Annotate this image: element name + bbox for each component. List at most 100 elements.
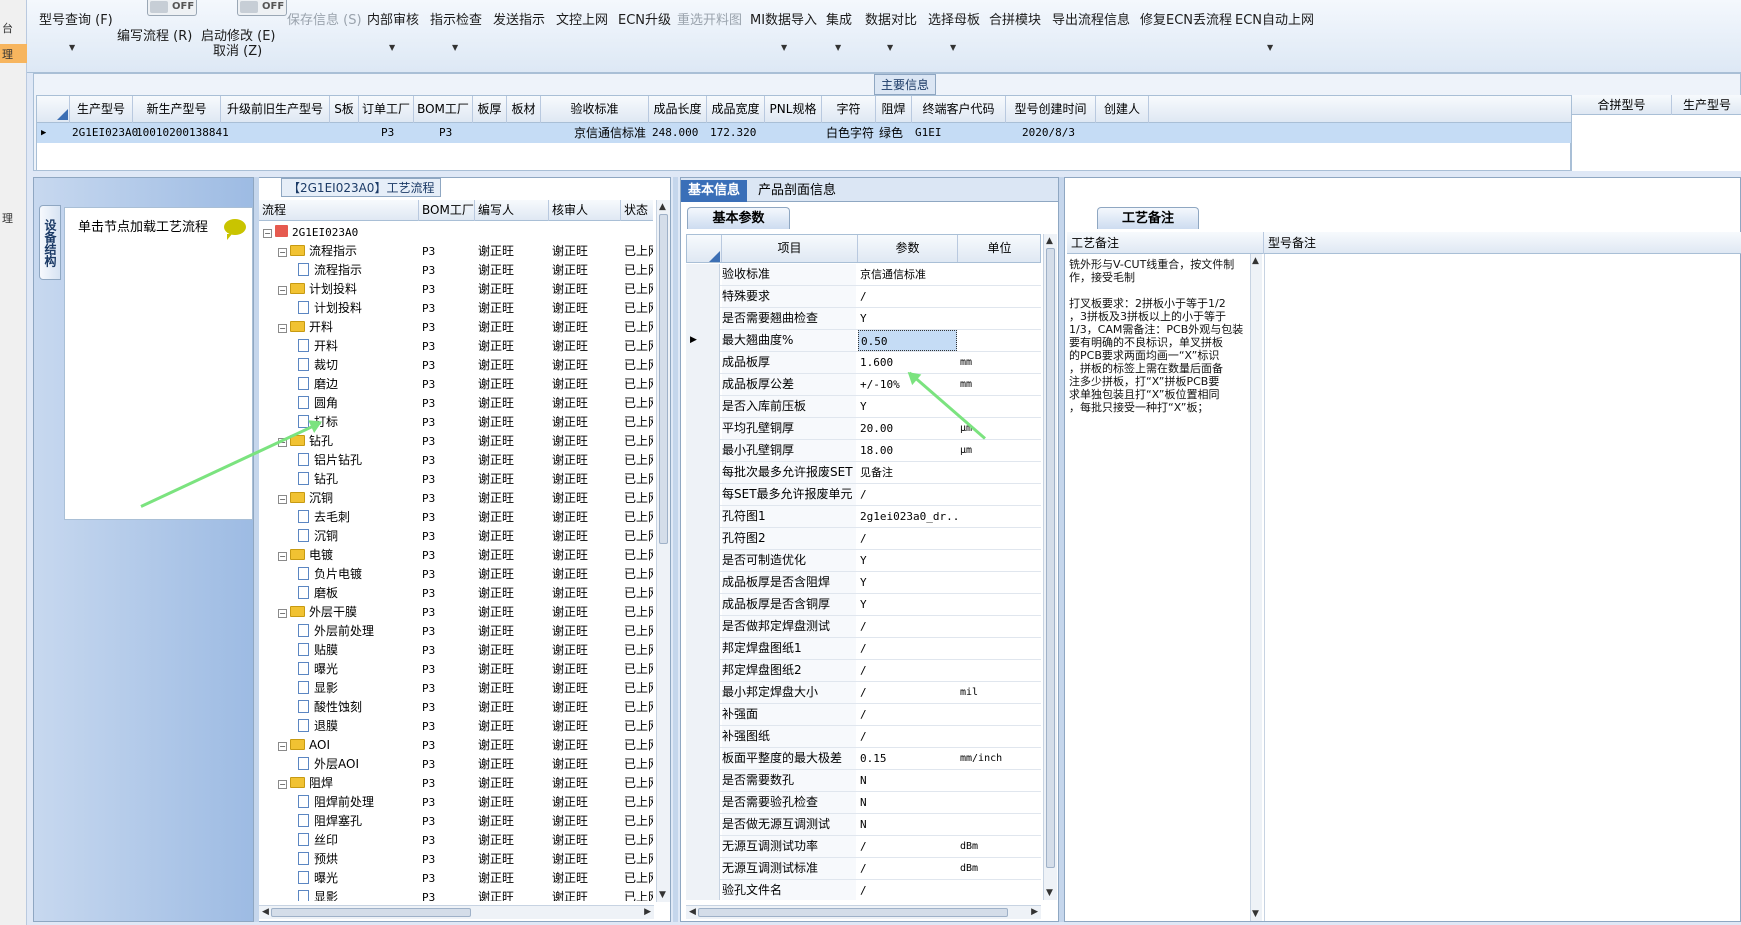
param-row[interactable]: 孔符图1 2g1ei023a0_dr... [686,506,1041,528]
scroll-left-icon[interactable]: ◀ [689,907,696,917]
column-header[interactable]: 状态 [621,200,653,221]
param-value-cell[interactable]: 京信通信标准 [858,264,957,285]
left-strip-item[interactable]: 理 [2,46,13,62]
row-selector[interactable] [686,792,720,814]
row-selector[interactable] [686,770,720,792]
param-value-cell[interactable]: 0.15 [858,748,957,769]
row-selector[interactable] [686,440,720,462]
tree-row[interactable]: 钻孔 P3 谢正旺 谢正旺 已上网 [259,470,653,489]
column-header[interactable]: 核审人 [549,200,621,221]
dropdown-arrow-icon[interactable]: ▼ [1267,43,1273,52]
tree-row[interactable]: 裁切 P3 谢正旺 谢正旺 已上网 [259,356,653,375]
column-header[interactable]: 成品宽度 [707,96,765,123]
scroll-thumb[interactable] [698,908,1008,917]
column-header[interactable]: 字符 [822,96,876,123]
column-header[interactable]: S板 [330,96,359,123]
left-strip-item[interactable]: 理 [2,210,13,226]
column-header[interactable]: BOM工厂 [414,96,473,123]
collapse-icon[interactable]: − [263,229,272,238]
equipment-structure-tab[interactable]: 设备结构 [39,205,61,280]
row-selector[interactable] [686,550,720,572]
dropdown-arrow-icon[interactable]: ▼ [452,43,458,52]
param-value-cell[interactable]: N [858,770,957,791]
param-row[interactable]: 是否做邦定焊盘测试 / [686,616,1041,638]
tree-row[interactable]: 铝片钻孔 P3 谢正旺 谢正旺 已上网 [259,451,653,470]
column-header[interactable]: 新生产型号 [133,96,221,123]
column-header[interactable]: 编写人 [475,200,549,221]
table-cell[interactable]: 2020/8/3 [1022,123,1075,143]
tree-row[interactable]: 阻焊前处理 P3 谢正旺 谢正旺 已上网 [259,793,653,812]
collapse-icon[interactable]: − [278,742,287,751]
table-cell[interactable]: 白色字符 [826,123,874,143]
row-selector[interactable]: ▶ [686,330,720,352]
param-row[interactable]: 孔符图2/ [686,528,1041,550]
param-value-cell[interactable]: 1.600 [858,352,957,373]
column-header[interactable]: 型号备注 [1264,232,1741,254]
tree-row[interactable]: 磨板 P3 谢正旺 谢正旺 已上网 [259,584,653,603]
param-value-cell[interactable]: Y [858,308,957,329]
param-value-cell[interactable]: / [858,880,957,900]
column-header[interactable]: PNL规格 [765,96,822,123]
column-header[interactable]: 型号创建时间 [1006,96,1096,123]
tree-row[interactable]: − 开料 P3 谢正旺 谢正旺 已上网 [259,318,653,337]
tree-row[interactable]: − 计划投料 P3 谢正旺 谢正旺 已上网 [259,280,653,299]
tree-row[interactable]: 显影 P3 谢正旺 谢正旺 已上网 [259,888,653,901]
row-selector[interactable] [686,352,720,374]
toggle-switch-icon[interactable]: OFF [237,0,287,16]
row-selector[interactable] [686,682,720,704]
scroll-left-icon[interactable]: ◀ [262,907,269,917]
collapse-icon[interactable]: − [278,324,287,333]
tree-row[interactable]: 沉铜 P3 谢正旺 谢正旺 已上网 [259,527,653,546]
row-selector[interactable] [686,396,720,418]
cancel-label[interactable]: 取消 (Z) [213,40,262,59]
tab-basic-info[interactable]: 基本信息 [681,180,748,202]
param-value-cell[interactable]: N [858,792,957,813]
tree-row[interactable]: 阻焊塞孔 P3 谢正旺 谢正旺 已上网 [259,812,653,831]
row-selector[interactable] [686,528,720,550]
table-cell[interactable]: 248.000 [652,123,698,143]
row-selector[interactable] [686,594,720,616]
table-cell[interactable]: P3 [381,123,394,143]
param-value-cell[interactable]: 20.00 [858,418,957,439]
table-cell[interactable]: 京信通信标准 [574,123,646,143]
column-header[interactable]: 参数 [858,235,958,262]
collapse-icon[interactable]: − [278,286,287,295]
collapse-icon[interactable]: − [278,780,287,789]
table-cell[interactable]: 172.320 [710,123,756,143]
dropdown-arrow-icon[interactable]: ▼ [887,43,893,52]
param-value-cell[interactable]: 0.50 [858,330,957,351]
param-value-cell[interactable]: / [858,682,957,703]
param-value-cell[interactable]: 见备注 [858,462,957,483]
column-header[interactable]: 工艺备注 [1067,232,1264,254]
panel-splitter[interactable] [254,177,259,922]
param-row[interactable]: 验孔文件名 / [686,880,1041,900]
param-row[interactable]: ▶ 最大翘曲度% 0.50 [686,330,1041,352]
param-row[interactable]: 是否需要数孔 N [686,770,1041,792]
param-value-cell[interactable]: / [858,726,957,747]
scroll-up-icon[interactable]: ▲ [659,202,666,212]
row-selector[interactable] [686,616,720,638]
column-header[interactable]: 成品长度 [649,96,707,123]
panel-splitter[interactable] [673,177,678,922]
tree-row[interactable]: 圆角 P3 谢正旺 谢正旺 已上网 [259,394,653,413]
row-selector[interactable] [686,462,720,484]
row-selector[interactable] [686,748,720,770]
param-value-cell[interactable]: / [858,286,957,307]
row-selector[interactable] [686,572,720,594]
row-selector[interactable] [686,484,720,506]
param-value-cell[interactable]: 18.00 [858,440,957,461]
flow-vertical-scrollbar[interactable]: ▲ ▼ [656,200,670,902]
tree-row[interactable]: 外层前处理 P3 谢正旺 谢正旺 已上网 [259,622,653,641]
param-value-cell[interactable]: Y [858,550,957,571]
row-selector[interactable] [686,506,720,528]
column-header[interactable]: 生产型号 [1672,95,1741,115]
tree-row[interactable]: 预烘 P3 谢正旺 谢正旺 已上网 [259,850,653,869]
row-selector[interactable] [686,374,720,396]
row-selector[interactable] [686,880,720,900]
column-header[interactable]: 板材 [507,96,541,123]
dropdown-arrow-icon[interactable]: ▼ [950,43,956,52]
tree-row[interactable]: 酸性蚀刻 P3 谢正旺 谢正旺 已上网 [259,698,653,717]
param-value-cell[interactable]: Y [858,572,957,593]
tree-row[interactable]: 曝光 P3 谢正旺 谢正旺 已上网 [259,660,653,679]
scroll-thumb[interactable] [659,214,668,544]
